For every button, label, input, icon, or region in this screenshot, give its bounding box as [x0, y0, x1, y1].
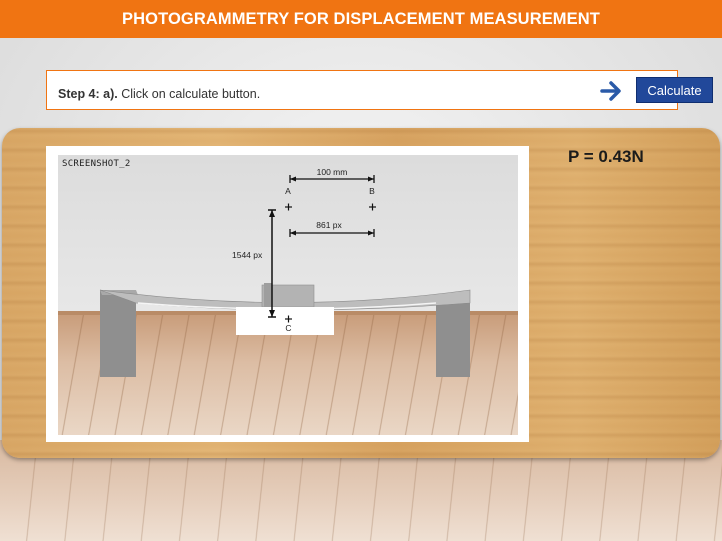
force-readout: P = 0.43N [568, 147, 644, 166]
point-b-marker [369, 203, 376, 211]
dimension-1544px: 1544 px [232, 250, 263, 260]
arrow-right-icon [600, 81, 621, 101]
dimension-100mm: 100 mm [317, 167, 348, 177]
instruction-text: Step 4: a). Click on calculate button. [58, 87, 260, 101]
point-c-label: C [285, 323, 291, 333]
page-title: PHOTOGRAMMETRY FOR DISPLACEMENT MEASUREM… [122, 9, 600, 28]
step-label: Step 4: a). [58, 87, 118, 101]
point-a-label: A [285, 186, 291, 196]
title-bar: PHOTOGRAMMETRY FOR DISPLACEMENT MEASUREM… [0, 0, 722, 38]
screenshot-image: SCREENSHOT_2 100 mm A B 861 px 1544 px C [58, 155, 518, 435]
point-b-label: B [369, 186, 375, 196]
beam-diagram: 100 mm A B 861 px 1544 px C [99, 167, 471, 377]
calculate-button[interactable]: Calculate [636, 77, 713, 103]
screenshot-frame: SCREENSHOT_2 100 mm A B 861 px 1544 px C [46, 146, 529, 442]
step-description: Click on calculate button. [117, 87, 261, 101]
left-support [100, 290, 136, 377]
right-support [436, 295, 470, 377]
instruction-bar: Step 4: a). Click on calculate button. C… [46, 70, 713, 110]
point-a-marker [285, 203, 292, 211]
dimension-861px: 861 px [316, 220, 342, 230]
